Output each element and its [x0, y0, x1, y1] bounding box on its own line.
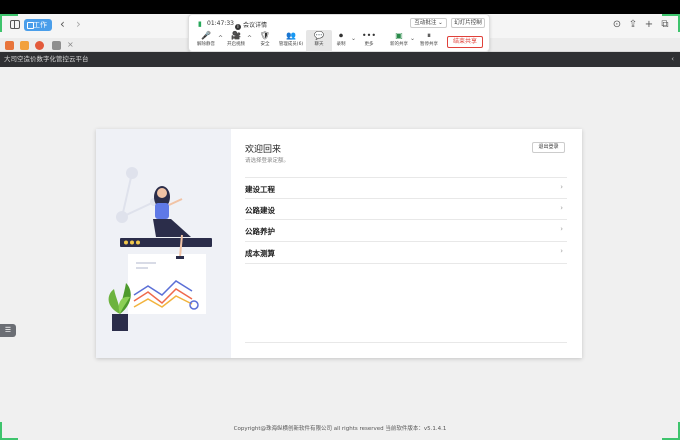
- meeting-toolbar: ▮ 01:47:33 i 会议详情 互动批注 ⌄ 幻灯片控制 🎤 解除静音 ^ 🎥 开…: [188, 14, 490, 52]
- pinned-tab-icon[interactable]: [20, 41, 29, 50]
- members-icon: 👥: [286, 31, 296, 40]
- tab-group-work[interactable]: 工作: [24, 19, 52, 31]
- welcome-subtitle: 请选择登录定额。: [245, 158, 290, 164]
- menu-item-construction[interactable]: 建设工程 ›: [245, 177, 567, 198]
- menu-item-label: 公路养护: [245, 227, 275, 236]
- more-label: 更多: [364, 42, 374, 47]
- active-tab-icon[interactable]: [52, 41, 61, 50]
- illustration-svg: [108, 167, 212, 331]
- unmute-label: 解除静音: [197, 42, 215, 47]
- app-header: 大司空造价数字化管控云平台 ‹: [0, 52, 680, 67]
- chevron-left-icon[interactable]: ‹: [671, 52, 674, 67]
- app-title: 大司空造价数字化管控云平台: [4, 55, 89, 63]
- interactive-annotation-button[interactable]: 互动批注 ⌄: [410, 18, 447, 28]
- security-button[interactable]: 🛡 安全: [252, 30, 278, 52]
- corner-bracket: [662, 14, 680, 32]
- share-icon[interactable]: ⇪: [627, 19, 639, 31]
- download-icon[interactable]: ⊙: [611, 19, 623, 31]
- chevron-right-icon: ›: [560, 204, 563, 212]
- shield-icon: 🛡: [259, 31, 271, 40]
- footer-copyright: Copyright@珠海纵横创新软件有限公司 all rights reserv…: [233, 426, 447, 432]
- chevron-right-icon: ›: [560, 247, 563, 255]
- manage-members-button[interactable]: 👥 管理成员(6): [278, 30, 304, 52]
- microphone-icon: 🎤: [201, 31, 211, 40]
- record-label: 录制: [336, 42, 346, 47]
- unmute-button[interactable]: 🎤 解除静音: [193, 30, 219, 52]
- interactive-annotation-label: 互动批注: [414, 20, 437, 26]
- new-tab-icon[interactable]: +: [643, 19, 655, 31]
- new-share-button[interactable]: ▣ 新的共享: [386, 30, 412, 52]
- menu-divider: [245, 263, 567, 264]
- forward-button[interactable]: ›: [76, 17, 81, 31]
- list-icon: ☰: [4, 326, 12, 334]
- start-video-button[interactable]: 🎥 开启视频: [223, 30, 249, 52]
- pinned-tab-icon[interactable]: [5, 41, 14, 50]
- new-share-label: 新的共享: [390, 42, 408, 47]
- menu-item-label: 成本测算: [245, 249, 275, 258]
- logout-button[interactable]: 退出登录: [532, 142, 565, 153]
- chevron-right-icon: ›: [560, 225, 563, 233]
- pause-share-label: 暂停共享: [420, 42, 438, 47]
- start-video-label: 开启视频: [227, 42, 245, 47]
- pause-share-button[interactable]: ⏸ 暂停共享: [416, 30, 442, 52]
- end-share-button[interactable]: 结束共享: [447, 36, 483, 48]
- welcome-heading: 欢迎回来: [245, 145, 282, 155]
- meeting-info-label: 会议详情: [243, 22, 268, 29]
- menu-item-road-maintenance[interactable]: 公路养护 ›: [245, 219, 567, 240]
- pinned-tab-icon[interactable]: [35, 41, 44, 50]
- more-button[interactable]: ••• 更多: [356, 30, 382, 52]
- side-menu-handle[interactable]: ☰: [0, 324, 16, 337]
- menu-item-label: 建设工程: [245, 185, 275, 194]
- chevron-right-icon: ›: [560, 183, 563, 191]
- chevron-down-icon: ⌄: [438, 20, 443, 26]
- menu-item-cost-estimate[interactable]: 成本测算 ›: [245, 241, 567, 262]
- corner-bracket: [0, 14, 18, 32]
- manage-members-label: 管理成员(6): [278, 42, 304, 47]
- corner-bracket: [662, 422, 680, 440]
- back-button[interactable]: ‹: [60, 17, 65, 31]
- corner-bracket: [0, 422, 18, 440]
- slide-control-button[interactable]: 幻灯片控制: [451, 18, 485, 28]
- signal-icon: ▮: [198, 20, 202, 28]
- pause-share-icon: ⏸: [427, 31, 431, 40]
- more-icon: •••: [361, 31, 377, 40]
- new-share-icon: ▣: [395, 31, 403, 40]
- card-divider: [245, 342, 567, 343]
- menu-item-label: 公路建设: [245, 206, 275, 215]
- meeting-info-button[interactable]: i 会议详情: [235, 20, 267, 30]
- meeting-timer: 01:47:33: [207, 20, 234, 27]
- security-label: 安全: [260, 42, 270, 47]
- camera-icon: 🎥: [231, 31, 241, 40]
- menu-item-road-building[interactable]: 公路建设 ›: [245, 198, 567, 219]
- close-tab-icon[interactable]: ×: [67, 38, 74, 52]
- welcome-illustration: [96, 129, 231, 358]
- chevron-down-icon[interactable]: ⌄: [410, 35, 415, 42]
- top-black-bar: [0, 0, 680, 14]
- welcome-card: 欢迎回来 请选择登录定额。 退出登录 建设工程 › 公路建设 › 公路养护 › …: [96, 129, 582, 358]
